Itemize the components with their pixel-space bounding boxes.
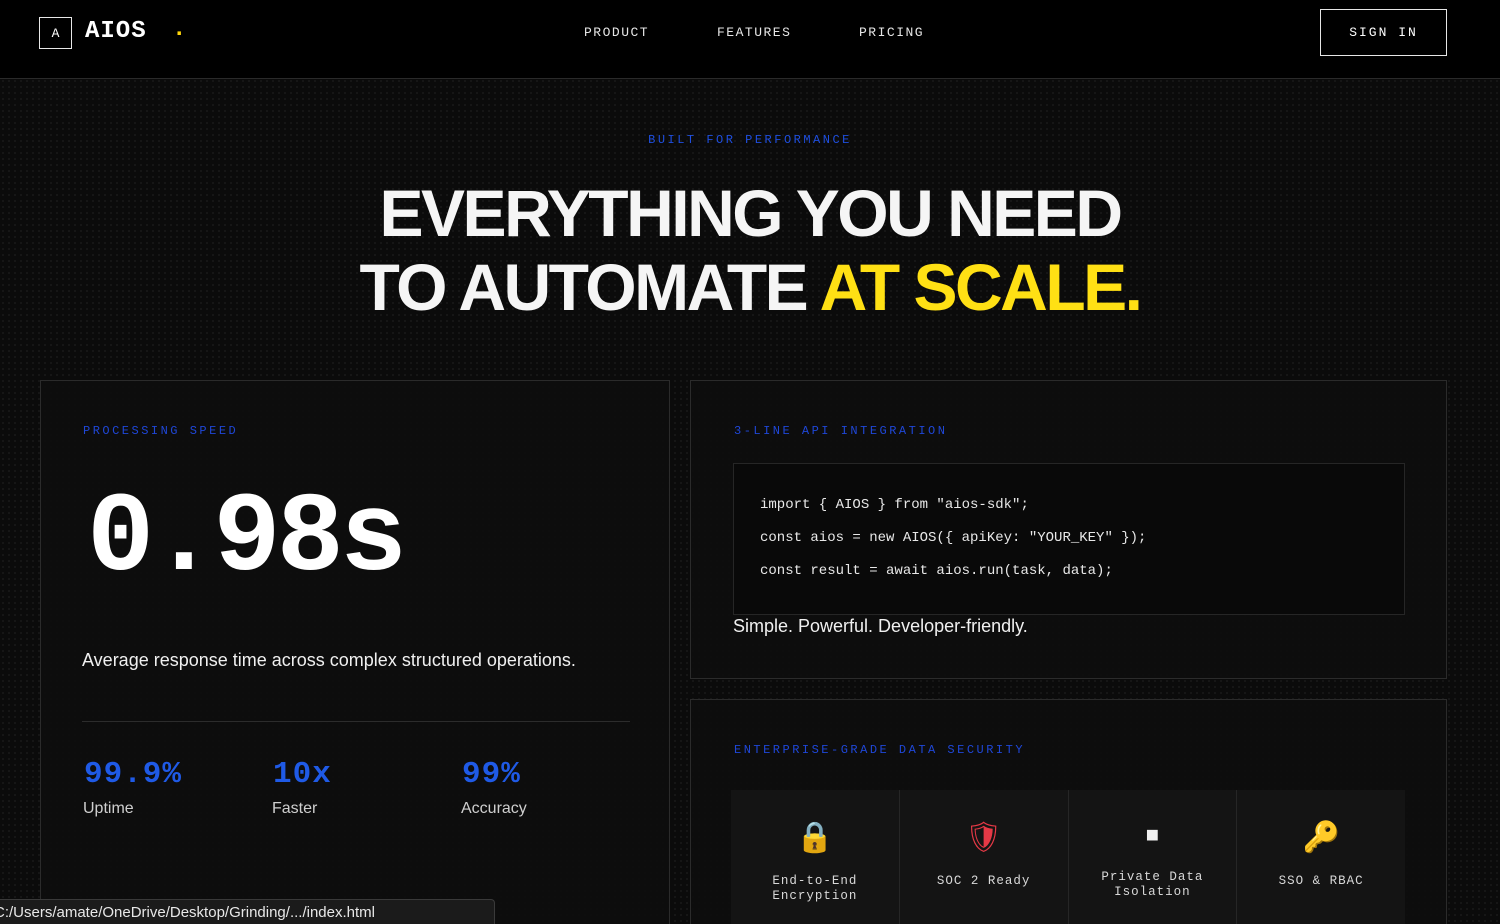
security-item-label-line-2: Encryption — [772, 889, 858, 903]
code-line-1: import { AIOS } from "aios-sdk"; — [760, 497, 1029, 513]
headline-line-1: EVERYTHING YOU NEED — [379, 176, 1124, 250]
security-item-label: SSO & RBAC — [1237, 874, 1405, 889]
api-integration-card: 3-LINE API INTEGRATION import { AIOS } f… — [690, 380, 1447, 679]
top-navbar: A AIOS . PRODUCT FEATURES PRICING SIGN I… — [0, 0, 1500, 79]
nav-link-features[interactable]: FEATURES — [717, 25, 791, 40]
key-icon: 🔑 — [1302, 821, 1340, 854]
security-features-grid: 🔒 End-to-End Encryption 🛡 SOC 2 Ready ⏹ … — [731, 790, 1405, 924]
nav-link-product[interactable]: PRODUCT — [584, 25, 649, 40]
security-item-label-line-1: End-to-End — [772, 874, 858, 888]
lock-icon: 🔒 — [796, 821, 834, 854]
logo-mark[interactable]: A — [39, 17, 72, 49]
speed-value: 0.98s — [87, 476, 407, 603]
hero-headline: EVERYTHING YOU NEED TO AUTOMATE AT SCALE… — [0, 176, 1500, 324]
code-line-3: const result = await aios.run(task, data… — [760, 563, 1113, 579]
security-item-label: SOC 2 Ready — [900, 874, 1068, 889]
stat-accuracy-label: Accuracy — [461, 800, 527, 817]
browser-status-url: C:/Users/amate/OneDrive/Desktop/Grinding… — [0, 899, 495, 924]
security-item-soc2: 🛡 SOC 2 Ready — [899, 790, 1069, 924]
sign-in-button[interactable]: SIGN IN — [1320, 9, 1447, 56]
card-label: ENTERPRISE-GRADE DATA SECURITY — [734, 743, 1026, 757]
security-item-label-line-1: SSO & RBAC — [1278, 874, 1364, 888]
nav-link-pricing[interactable]: PRICING — [859, 25, 924, 40]
stat-uptime-value: 99.9% — [84, 757, 183, 792]
code-line-2: const aios = new AIOS({ apiKey: "YOUR_KE… — [760, 530, 1147, 546]
security-item-sso: 🔑 SSO & RBAC — [1237, 790, 1405, 924]
card-label: 3-LINE API INTEGRATION — [734, 424, 948, 438]
processing-speed-card: PROCESSING SPEED 0.98s Average response … — [40, 380, 670, 924]
api-tagline: Simple. Powerful. Developer-friendly. — [733, 616, 1028, 636]
stat-accuracy-value: 99% — [462, 757, 521, 792]
shield-icon: 🛡 — [964, 821, 1003, 854]
security-card: ENTERPRISE-GRADE DATA SECURITY 🔒 End-to-… — [690, 699, 1447, 924]
security-item-label: End-to-End Encryption — [731, 874, 899, 904]
code-block[interactable]: import { AIOS } from "aios-sdk"; const a… — [733, 463, 1405, 615]
security-item-label-line-2: Isolation — [1114, 885, 1191, 899]
hero-eyebrow: BUILT FOR PERFORMANCE — [648, 133, 852, 147]
stat-uptime-label: Uptime — [83, 800, 134, 817]
security-item-isolation: ⏹ Private Data Isolation — [1068, 790, 1238, 924]
card-label: PROCESSING SPEED — [83, 424, 239, 438]
security-item-label-line-1: Private Data — [1101, 870, 1204, 884]
security-item-encryption: 🔒 End-to-End Encryption — [731, 790, 900, 924]
stat-faster-label: Faster — [272, 800, 318, 817]
headline-accent: AT SCALE. — [819, 250, 1143, 324]
headline-line-2: TO AUTOMATE AT SCALE. — [0, 250, 1500, 324]
stat-faster-value: 10x — [273, 757, 332, 792]
stop-square-icon: ⏹ — [1145, 819, 1159, 849]
headline-line-2-plain: TO AUTOMATE — [359, 250, 820, 324]
security-item-label-line-1: SOC 2 Ready — [936, 874, 1031, 888]
logo-accent-dot: . — [172, 16, 187, 43]
stats-divider — [82, 721, 630, 722]
security-item-label: Private Data Isolation — [1069, 870, 1237, 900]
speed-description: Average response time across complex str… — [82, 650, 576, 670]
logo-text[interactable]: AIOS — [85, 18, 147, 45]
